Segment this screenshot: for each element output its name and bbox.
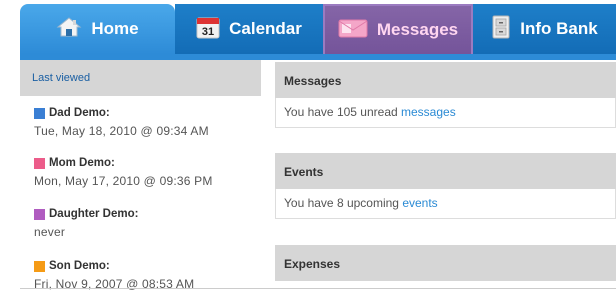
events-panel: Events You have 8 upcoming events: [275, 153, 616, 219]
expenses-panel: Expenses: [275, 245, 616, 281]
color-swatch-icon: [34, 107, 45, 119]
tab-messages[interactable]: Messages: [323, 4, 473, 54]
house-icon: [56, 16, 82, 43]
tab-home-label: Home: [91, 19, 139, 38]
color-swatch-icon: [34, 260, 45, 272]
main-tab-bar: Home 31 Calendar Messages Info Bank: [0, 0, 616, 54]
tab-calendar-label: Calendar: [229, 19, 302, 38]
tab-infobank[interactable]: Info Bank: [473, 4, 616, 54]
list-item-mom[interactable]: Mom Demo: Mon, May 17, 2010 @ 09:36 PM: [34, 157, 213, 188]
svg-text:31: 31: [202, 26, 214, 38]
messages-link[interactable]: messages: [401, 105, 456, 119]
messages-panel-title: Messages: [275, 62, 616, 98]
filing-cabinet-icon: [491, 15, 511, 44]
color-swatch-icon: [34, 208, 45, 220]
tab-messages-label: Messages: [376, 20, 459, 39]
member-name: Daughter Demo:: [34, 208, 138, 220]
list-item-son[interactable]: Son Demo: Fri, Nov 9, 2007 @ 08:53 AM: [34, 260, 194, 291]
member-name: Dad Demo:: [34, 107, 209, 119]
color-swatch-icon: [34, 157, 45, 169]
expenses-panel-title: Expenses: [275, 245, 616, 281]
last-viewed-date: Mon, May 17, 2010 @ 09:36 PM: [34, 174, 213, 188]
list-item-dad[interactable]: Dad Demo: Tue, May 18, 2010 @ 09:34 AM: [34, 107, 209, 138]
last-viewed-date: never: [34, 225, 66, 239]
member-name: Son Demo:: [34, 260, 194, 272]
last-viewed-sidebar: Last viewed Dad Demo: Tue, May 18, 2010 …: [20, 60, 261, 291]
events-link[interactable]: events: [402, 196, 437, 210]
envelope-icon: [338, 17, 368, 44]
events-panel-title: Events: [275, 153, 616, 189]
messages-summary: You have 105 unread messages: [275, 98, 616, 128]
list-item-daughter[interactable]: Daughter Demo: never: [34, 208, 138, 239]
last-viewed-link[interactable]: Last viewed: [32, 72, 90, 84]
tab-calendar[interactable]: 31 Calendar: [175, 4, 323, 54]
calendar-icon: 31: [196, 15, 220, 44]
sidebar-header: Last viewed: [20, 60, 261, 96]
tab-home[interactable]: Home: [20, 4, 175, 54]
sidebar-list: Dad Demo: Tue, May 18, 2010 @ 09:34 AM M…: [20, 96, 261, 291]
messages-panel: Messages You have 105 unread messages: [275, 62, 616, 128]
member-name: Mom Demo:: [34, 157, 213, 169]
events-summary: You have 8 upcoming events: [275, 189, 616, 219]
tab-infobank-label: Info Bank: [520, 19, 598, 38]
last-viewed-date: Tue, May 18, 2010 @ 09:34 AM: [34, 124, 209, 138]
